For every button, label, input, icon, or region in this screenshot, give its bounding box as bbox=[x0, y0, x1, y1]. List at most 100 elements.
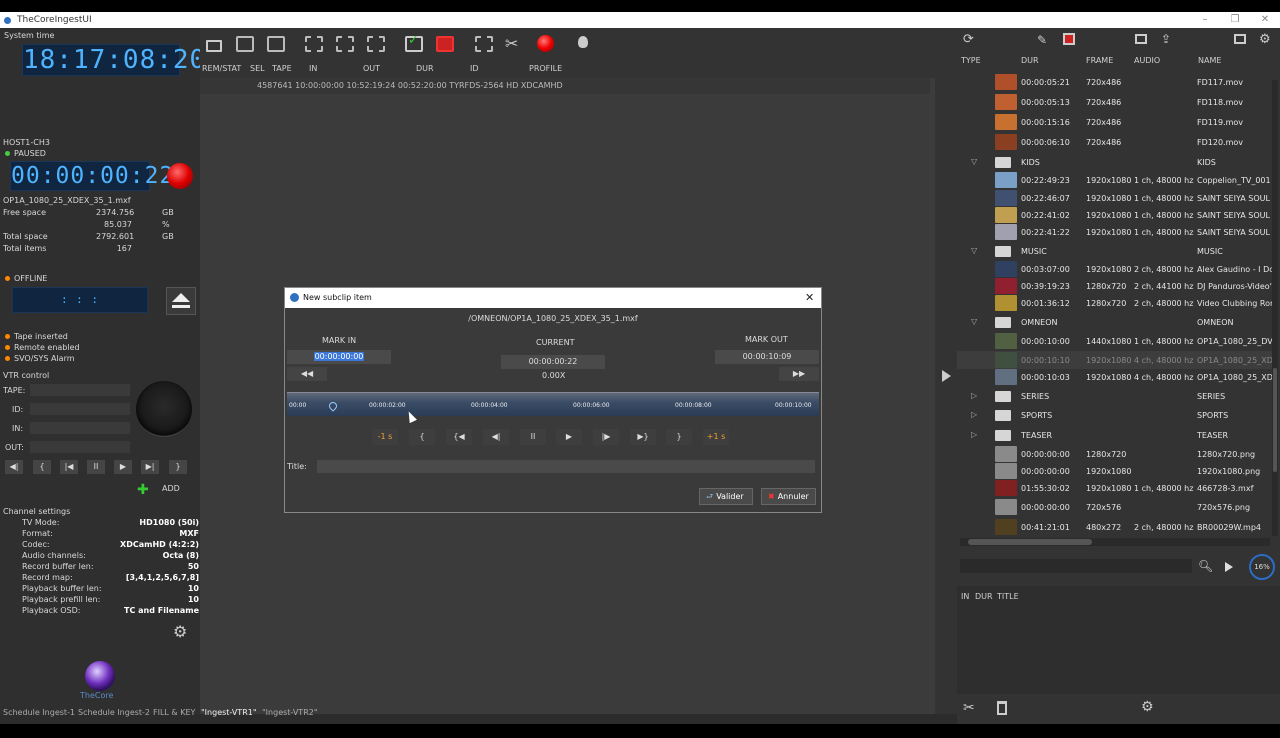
media-row[interactable]: 00:00:15:16 720x486 FD119.mov bbox=[957, 113, 1272, 131]
media-row[interactable]: 00:22:46:07 1920x1080 1 ch, 48000 hz SAINT … bbox=[957, 189, 1272, 207]
media-row[interactable]: 01:55:30:02 1920x1080 1 ch, 48000 hz 466728… bbox=[957, 479, 1272, 497]
film-out-icon[interactable] bbox=[367, 36, 385, 52]
network-sync-icon[interactable]: ⚙ bbox=[1141, 699, 1154, 715]
media-row[interactable]: 00:22:49:23 1920x1080 1 ch, 48000 hz Coppel… bbox=[957, 171, 1272, 189]
scissors-icon[interactable]: ✂ bbox=[963, 700, 975, 716]
vertical-scrollbar[interactable] bbox=[1272, 80, 1278, 536]
vtr-out-field[interactable] bbox=[30, 441, 130, 453]
play-icon[interactable] bbox=[1225, 562, 1233, 572]
media-row[interactable]: 00:01:36:12 1280x720 2 ch, 48000 hz Video C… bbox=[957, 294, 1273, 312]
collapse-icon[interactable]: ▽ bbox=[971, 157, 977, 166]
media-row[interactable]: 00:00:06:10 720x486 FD120.mov bbox=[957, 133, 1272, 151]
vtr-goto-in-button[interactable]: |◀ bbox=[60, 460, 78, 474]
rewind-button[interactable]: ◀◀ bbox=[287, 367, 327, 381]
col-tape[interactable]: TAPE bbox=[272, 64, 292, 73]
media-row[interactable]: 00:00:00:00 1280x720 1280x720.png bbox=[957, 445, 1272, 463]
media-row[interactable]: 00:00:10:10 1920x1080 4 ch, 48000 hz OP1A_1… bbox=[957, 351, 1273, 369]
media-row[interactable]: 00:41:21:01 480x272 2 ch, 48000 hz BR00029W… bbox=[957, 518, 1272, 536]
window-icon[interactable] bbox=[1234, 34, 1246, 44]
vtr-tape-field[interactable] bbox=[30, 384, 130, 396]
vtr-mark-in-button[interactable]: { bbox=[33, 460, 51, 474]
col-frame[interactable]: FRAME bbox=[1086, 56, 1113, 65]
title-input[interactable] bbox=[317, 460, 815, 473]
mark-in-field[interactable]: 00:00:00:00 bbox=[287, 350, 391, 364]
media-row[interactable]: 00:00:05:13 720x486 FD118.mov bbox=[957, 93, 1272, 111]
vtr-prev-button[interactable]: ◀| bbox=[5, 460, 23, 474]
vtr-goto-out-button[interactable]: ▶| bbox=[141, 460, 159, 474]
expand-arrow-icon[interactable] bbox=[942, 370, 951, 382]
folder-row[interactable]: ▽ KIDS KIDS bbox=[957, 153, 1272, 171]
checklist-icon[interactable]: ✓ bbox=[405, 33, 423, 52]
col-remstat[interactable]: REM/STAT bbox=[202, 64, 241, 73]
folder-row[interactable]: ▷ TEASER TEASER bbox=[957, 426, 1272, 444]
step-back-button[interactable]: ◀| bbox=[483, 429, 509, 445]
record-icon[interactable] bbox=[537, 35, 554, 52]
tools-icon[interactable]: ✂ bbox=[505, 34, 518, 53]
minus-1s-button[interactable]: -1 s bbox=[372, 429, 398, 445]
media-row[interactable]: 00:03:07:00 1920x1080 2 ch, 48000 hz Alex G… bbox=[957, 260, 1274, 278]
mark-out-field[interactable]: 00:00:10:09 bbox=[715, 350, 819, 364]
minimize-button[interactable]: – bbox=[1190, 12, 1220, 28]
film-in-icon[interactable] bbox=[336, 36, 354, 52]
col-sub-dur[interactable]: DUR bbox=[975, 592, 993, 601]
trash-icon[interactable] bbox=[997, 701, 1007, 715]
film-icon[interactable] bbox=[305, 36, 323, 52]
media-row[interactable]: 00:00:00:00 1920x1080 1920x1080.png bbox=[957, 462, 1272, 480]
folder-row[interactable]: ▷ SERIES SERIES bbox=[957, 387, 1272, 405]
expand-icon[interactable]: ▷ bbox=[971, 430, 977, 439]
film-id-icon[interactable] bbox=[475, 36, 493, 52]
col-sub-in[interactable]: IN bbox=[961, 592, 969, 601]
col-id[interactable]: ID bbox=[470, 64, 479, 73]
splitter[interactable] bbox=[935, 28, 957, 714]
expand-icon[interactable]: ▷ bbox=[971, 410, 977, 419]
media-row[interactable]: 00:22:41:22 1920x1080 1 ch, 48000 hz SAINT … bbox=[957, 223, 1272, 241]
collapse-icon[interactable]: ▽ bbox=[971, 317, 977, 326]
play-button[interactable]: ▶ bbox=[556, 429, 582, 445]
goto-mark-out-button[interactable]: ▶} bbox=[630, 429, 656, 445]
vtr-in-field[interactable] bbox=[30, 422, 130, 434]
tab-ingest-vtr2[interactable]: "Ingest-VTR2" bbox=[262, 708, 318, 717]
pen-icon[interactable]: ✎ bbox=[1037, 33, 1047, 47]
col-dur[interactable]: DUR bbox=[416, 64, 434, 73]
current-field[interactable]: 00:00:00:22 bbox=[501, 355, 605, 369]
media-row[interactable]: 00:00:05:21 720x486 FD117.mov bbox=[957, 73, 1272, 91]
vtr-id-field[interactable] bbox=[30, 403, 130, 415]
maximize-button[interactable]: ❐ bbox=[1220, 12, 1250, 28]
media-row[interactable]: 00:39:19:23 1280x720 2 ch, 44100 hz DJ Pand… bbox=[957, 277, 1272, 295]
set-mark-in-button[interactable]: { bbox=[409, 429, 435, 445]
col-sel[interactable]: SEL bbox=[250, 64, 265, 73]
annuler-button[interactable]: ✖ Annuler bbox=[761, 488, 816, 505]
record-button[interactable] bbox=[167, 163, 193, 189]
tab-schedule-ingest-1[interactable]: Schedule Ingest-1 bbox=[3, 708, 75, 717]
media-row[interactable]: 00:00:00:00 720x576 720x576.png bbox=[957, 498, 1272, 516]
folder-row[interactable]: ▽ MUSIC MUSIC bbox=[957, 242, 1272, 260]
tab-schedule-ingest-2[interactable]: Schedule Ingest-2 bbox=[78, 708, 150, 717]
col-sub-title[interactable]: TITLE bbox=[997, 592, 1019, 601]
folder-row[interactable]: ▽ OMNEON OMNEON bbox=[957, 313, 1272, 331]
settings-gear-icon[interactable]: ⚙ bbox=[173, 622, 187, 641]
bulb-icon[interactable] bbox=[578, 36, 588, 48]
col-out[interactable]: OUT bbox=[363, 64, 380, 73]
vtr-pause-button[interactable]: II bbox=[87, 460, 105, 474]
jog-knob[interactable] bbox=[136, 381, 192, 437]
vtr-mark-out-button[interactable]: } bbox=[169, 460, 187, 474]
step-forward-button[interactable]: |▶ bbox=[593, 429, 619, 445]
valider-button[interactable]: ⮐ Valider bbox=[699, 488, 753, 505]
edit-icon[interactable] bbox=[267, 36, 285, 52]
collapse-icon[interactable]: ▽ bbox=[971, 246, 977, 255]
schedule-row[interactable]: 4587641 10:00:00:00 10:52:19:24 00:52:20… bbox=[200, 78, 930, 94]
refresh-icon[interactable]: ⟳ bbox=[963, 32, 974, 47]
horizontal-scrollbar[interactable] bbox=[960, 538, 1270, 546]
delete-doc-icon[interactable] bbox=[436, 36, 454, 52]
folder-icon[interactable] bbox=[206, 40, 222, 52]
folder-row[interactable]: ▷ SPORTS SPORTS bbox=[957, 406, 1272, 424]
media-row[interactable]: 00:00:10:03 1920x1080 4 ch, 48000 hz OP1A_1… bbox=[957, 368, 1273, 386]
pause-button[interactable]: II bbox=[520, 429, 546, 445]
plus-1s-button[interactable]: +1 s bbox=[703, 429, 729, 445]
search-input[interactable] bbox=[960, 559, 1192, 573]
col-in[interactable]: IN bbox=[309, 64, 317, 73]
vtr-play-button[interactable]: ▶ bbox=[114, 460, 132, 474]
eject-button[interactable] bbox=[166, 287, 196, 315]
export-icon[interactable]: ⇪ bbox=[1161, 32, 1171, 46]
col-profile[interactable]: PROFILE bbox=[529, 64, 562, 73]
